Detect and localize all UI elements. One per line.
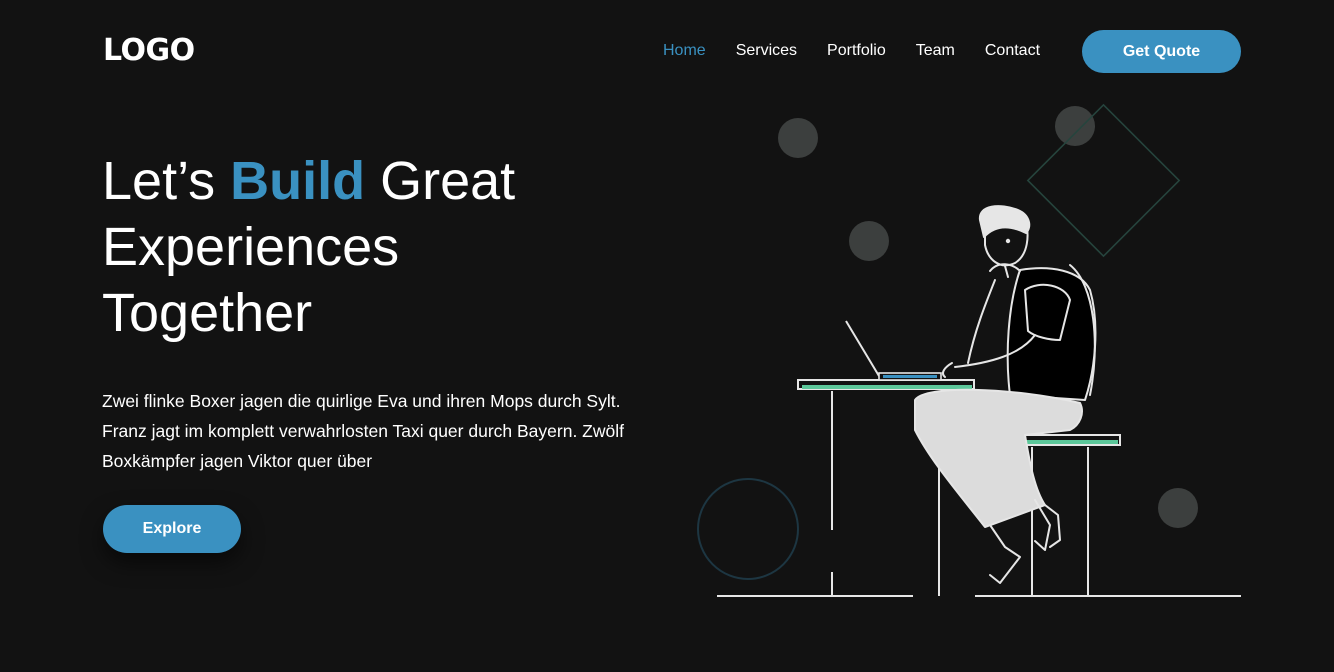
hero-title: Let’s Build Great Experiences Together [102,148,515,346]
hero-illustration [697,103,1241,597]
hero-description: Zwei flinke Boxer jagen die quirlige Eva… [102,391,624,471]
nav-item-contact[interactable]: Contact [985,41,1040,61]
person-figure [914,205,1097,584]
stool-stripe [1012,440,1118,444]
hero-title-part2: Great [365,151,516,211]
deco-circle-1 [778,118,818,158]
nav-item-team[interactable]: Team [916,41,955,61]
main-nav: Home Services Portfolio Team Contact [663,41,1070,61]
deco-circle-2 [1055,106,1095,146]
laptop-base-stripe [883,375,937,378]
hero-title-accent: Build [230,151,366,211]
logo[interactable]: LOGO [103,33,195,68]
deco-circle-3 [849,221,889,261]
hero-title-line3: Together [102,283,313,343]
deco-diamond [1026,103,1181,258]
nav-item-home[interactable]: Home [663,41,706,61]
desk-stripe [802,385,972,389]
hero-title-line2: Experiences [102,217,400,277]
nav-item-services[interactable]: Services [736,41,797,61]
nav-item-portfolio[interactable]: Portfolio [827,41,886,61]
get-quote-button[interactable]: Get Quote [1082,30,1241,73]
explore-button[interactable]: Explore [103,505,241,553]
deco-ring [697,478,799,580]
hero-title-part1: Let’s [102,151,231,211]
deco-circle-4 [1158,488,1198,528]
laptop-screen [845,320,880,377]
